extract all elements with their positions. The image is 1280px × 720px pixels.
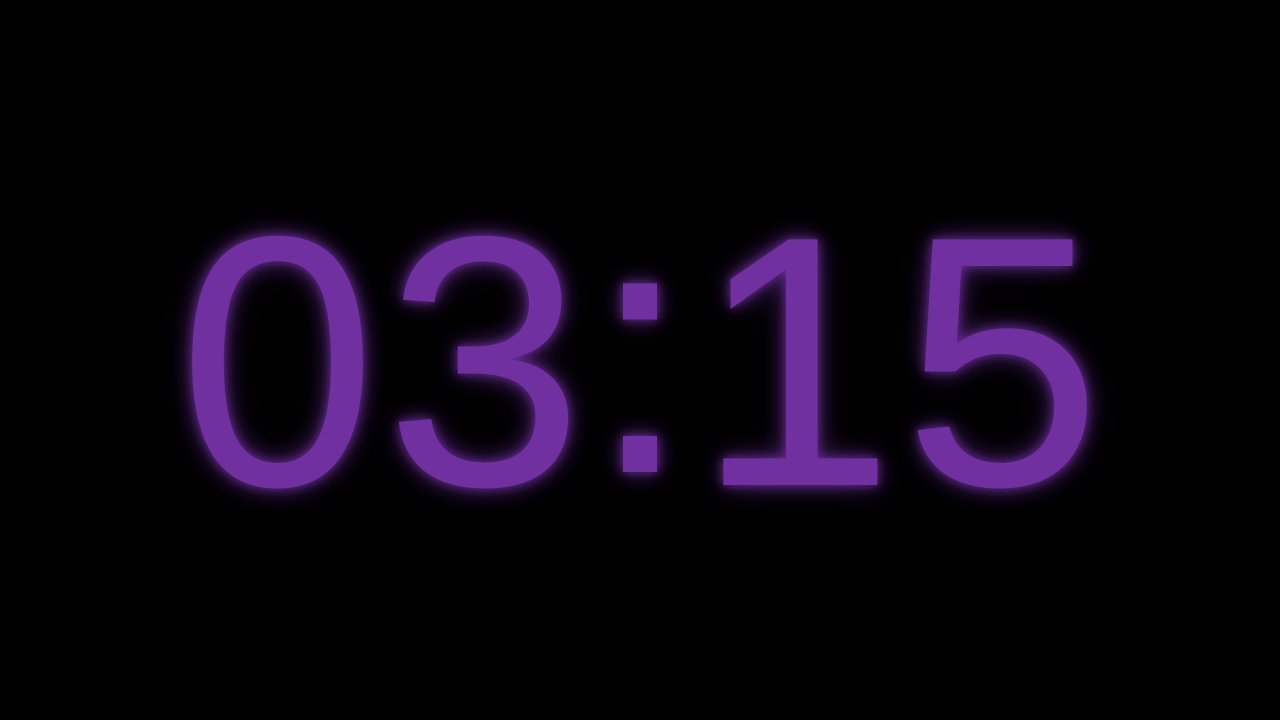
minutes-ones-digit: 3 xyxy=(385,161,584,561)
time-separator: : xyxy=(590,148,690,548)
minutes-tens-digit: 0 xyxy=(178,161,377,561)
time-readout: 0 3 : 1 5 xyxy=(174,161,1106,561)
seconds-ones-digit: 5 xyxy=(903,161,1102,561)
seconds-tens-digit: 1 xyxy=(696,161,895,561)
timer-screen: 0 3 : 1 5 xyxy=(0,0,1280,720)
countdown-display: 0 3 : 1 5 xyxy=(0,0,1280,720)
